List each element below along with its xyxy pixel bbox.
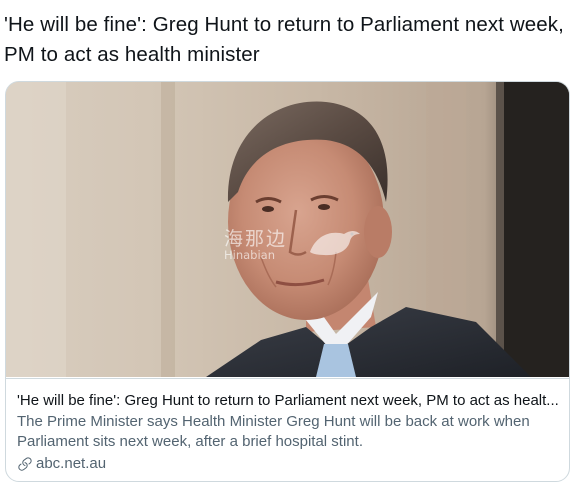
card-domain[interactable]: abc.net.au	[17, 454, 106, 474]
watermark: 海那边 Hinabian	[218, 222, 368, 272]
card-domain-label[interactable]: abc.net.au	[36, 454, 106, 474]
card-image[interactable]: 海那边 Hinabian	[6, 82, 569, 377]
link-icon	[18, 457, 32, 471]
bird-logo-icon	[310, 231, 360, 256]
tweet-text: 'He will be fine': Greg Hunt to return t…	[4, 13, 564, 66]
watermark-en: Hinabian	[224, 248, 276, 262]
link-preview-card[interactable]: 海那边 Hinabian 'He will be fine': Greg Hun…	[5, 81, 570, 482]
card-title[interactable]: 'He will be fine': Greg Hunt to return t…	[17, 391, 562, 411]
card-body[interactable]: 'He will be fine': Greg Hunt to return t…	[6, 378, 569, 481]
card-description: The Prime Minister says Health Minister …	[17, 413, 530, 450]
watermark-cn: 海那边	[224, 228, 288, 250]
